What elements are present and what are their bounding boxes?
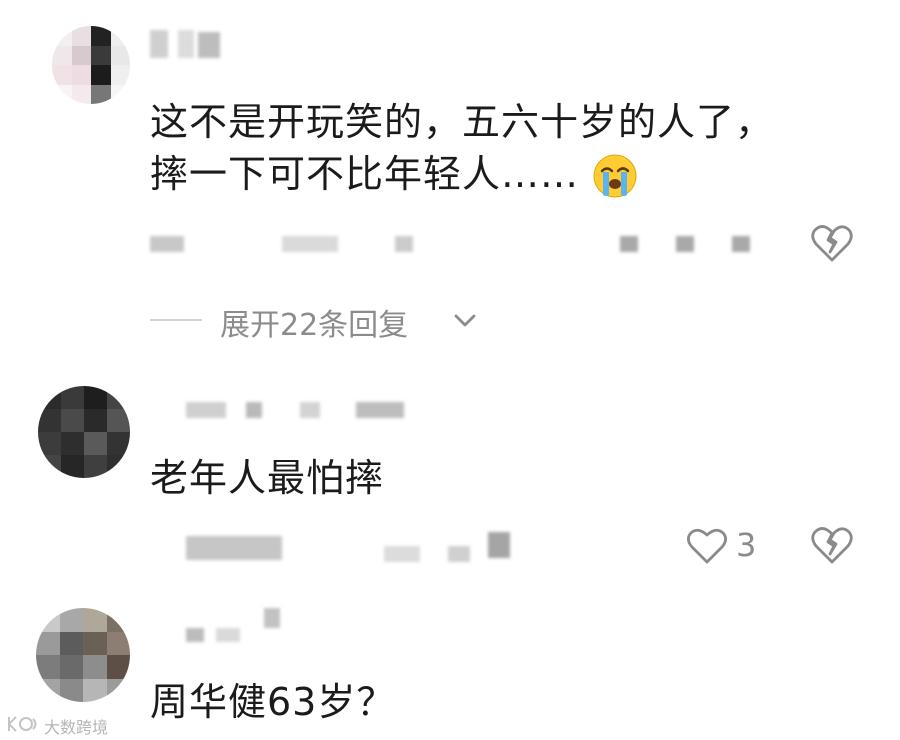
expand-divider bbox=[150, 319, 202, 321]
expand-replies-button[interactable]: 展开22条回复 bbox=[220, 300, 408, 344]
comment-text: 周华健63岁？ bbox=[150, 680, 396, 724]
heart-outline-icon[interactable] bbox=[686, 526, 728, 566]
comment-text: 老年人最怕摔 bbox=[150, 456, 385, 500]
comment-text-line-2: 摔一下可不比年轻人…… bbox=[150, 152, 580, 196]
avatar[interactable] bbox=[36, 608, 130, 702]
loudly-crying-face-icon bbox=[593, 154, 637, 198]
comment-text-line-1: 这不是开玩笑的，五六十岁的人了， bbox=[150, 100, 775, 144]
like-count: 3 bbox=[736, 526, 757, 564]
avatar[interactable] bbox=[38, 386, 130, 478]
broken-heart-icon[interactable] bbox=[810, 222, 854, 264]
brand-logo-icon bbox=[8, 716, 37, 732]
avatar[interactable] bbox=[52, 26, 130, 104]
broken-heart-icon[interactable] bbox=[810, 524, 854, 566]
chevron-down-icon[interactable] bbox=[452, 310, 478, 330]
expand-replies-label: 展开22条回复 bbox=[220, 308, 409, 343]
watermark-text: 大数跨境 bbox=[44, 718, 109, 737]
